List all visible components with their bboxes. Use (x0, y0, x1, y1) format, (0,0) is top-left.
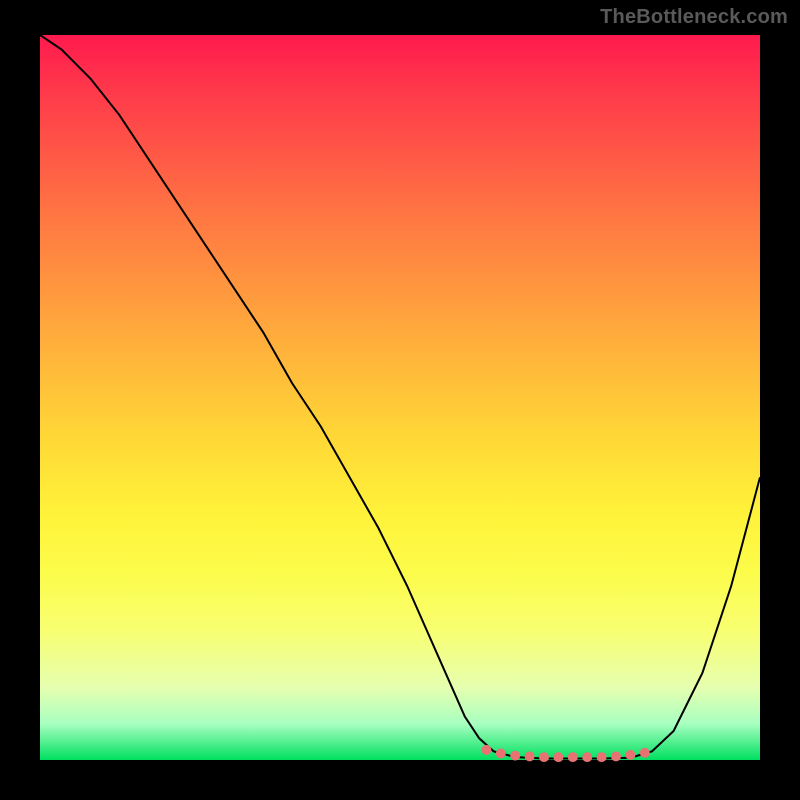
minimum-marker (481, 745, 491, 755)
minimum-marker (539, 752, 549, 762)
minimum-marker-group (481, 745, 649, 762)
minimum-marker (611, 751, 621, 761)
minimum-marker (597, 752, 607, 762)
minimum-marker (553, 752, 563, 762)
minimum-marker (568, 752, 578, 762)
minimum-marker (496, 749, 506, 759)
minimum-marker (510, 751, 520, 761)
minimum-marker (525, 751, 535, 761)
plot-area (40, 35, 760, 760)
minimum-marker (625, 750, 635, 760)
minimum-marker (582, 752, 592, 762)
minimum-marker (640, 748, 650, 758)
bottleneck-curve (40, 35, 760, 759)
chart-frame: TheBottleneck.com (0, 0, 800, 800)
curve-layer (40, 35, 760, 760)
watermark-text: TheBottleneck.com (600, 6, 788, 29)
